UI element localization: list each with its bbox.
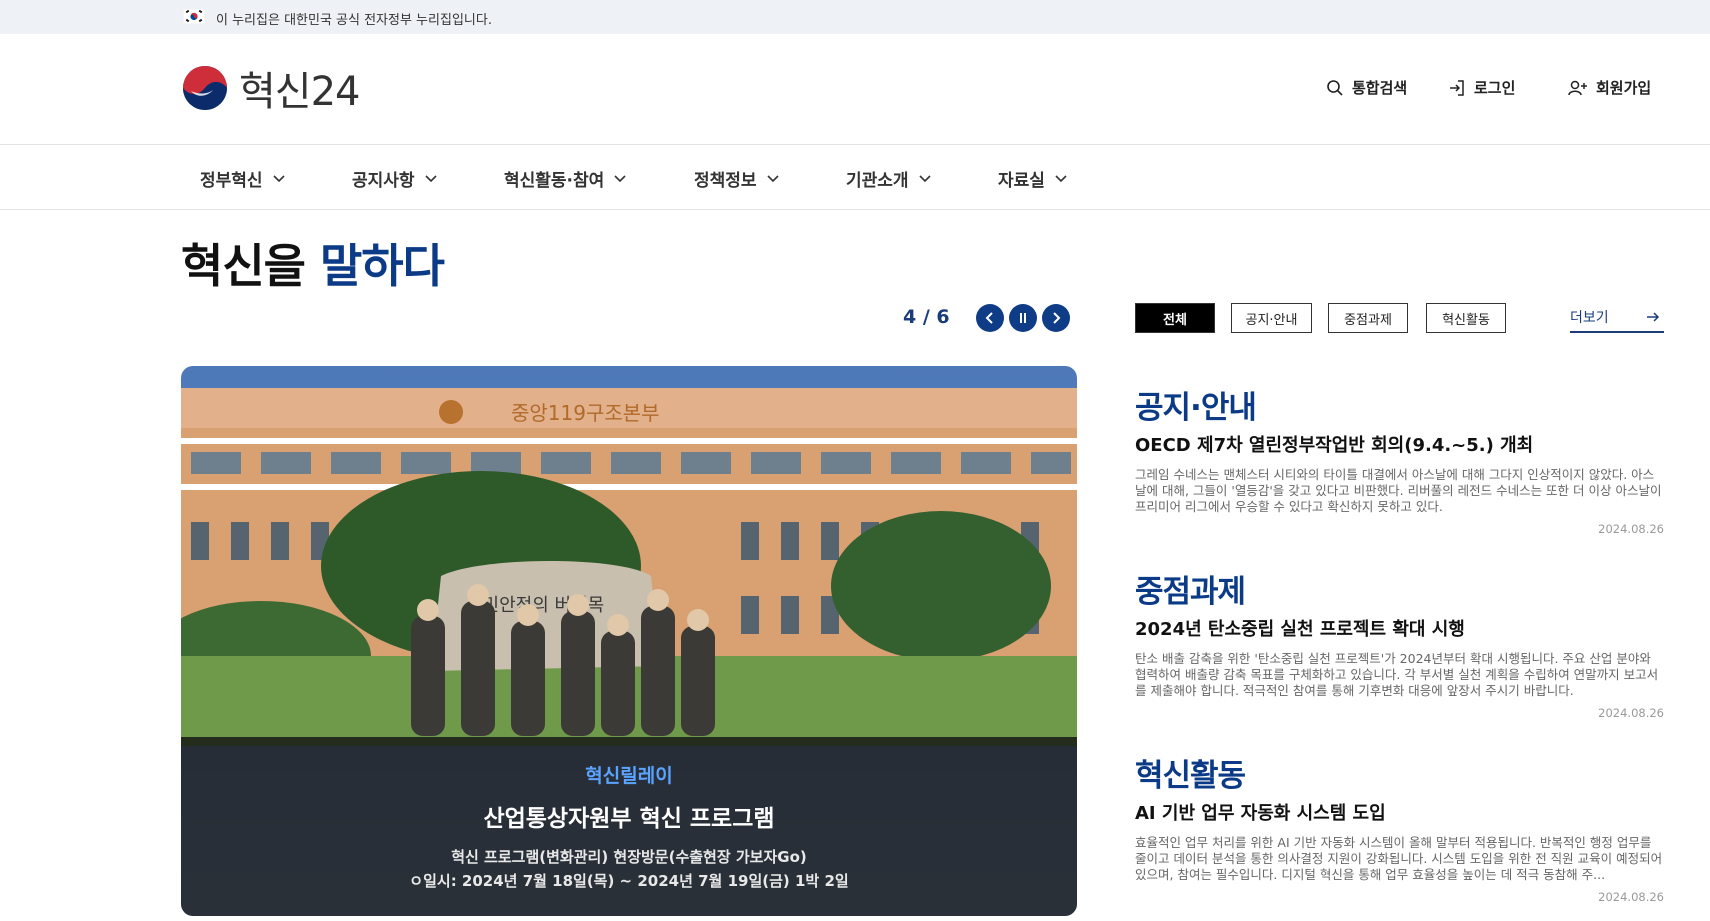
news-category: 공지·안내 [1135,390,1257,426]
korea-flag-icon [183,9,205,24]
news-body: 그레임 수네스는 맨체스터 시티와의 타이틀 대결에서 아스날에 대해 그다지 … [1135,467,1662,514]
chevron-right-icon [1053,312,1061,324]
login-button[interactable]: 로그인 [1448,77,1515,98]
news-item-notice[interactable]: 공지·안내 OECD 제7차 열린정부작업반 회의(9.4.~5.) 개최 그레… [1135,382,1664,536]
chevron-down-icon [1055,174,1067,182]
news-title[interactable]: AI 기반 업무 자동화 시스템 도입 [1135,799,1664,825]
nav-item-label: 정부혁신 [200,171,263,191]
chevron-down-icon [272,174,285,182]
nav-item-innovation-activities[interactable]: 혁신활동·참여 [504,166,626,191]
slide-pager: 4 / 6 [903,306,950,328]
logo-text: 혁신24 [239,69,360,115]
chevron-left-icon [985,312,993,324]
slide-caption: 혁신릴레이 산업통상자원부 혁신 프로그램 혁신 프로그램(변화관리) 현장방문… [181,737,1077,916]
site-header: 혁신24 통합검색 로그인 회원가입 [0,34,1710,144]
nav-item-notices[interactable]: 공지사항 [352,166,437,191]
search-icon [1327,79,1343,96]
slide-prev-button[interactable] [976,304,1004,332]
slide-separator: / [916,306,937,328]
join-button[interactable]: 회원가입 [1568,77,1651,98]
chevron-down-icon [424,174,437,182]
chevron-down-icon [614,174,626,182]
tab-notice[interactable]: 공지·안내 [1231,303,1312,333]
news-date: 2024.08.26 [1598,522,1664,536]
news-title[interactable]: OECD 제7차 열린정부작업반 회의(9.4.~5.) 개최 [1135,431,1664,457]
slide-pause-button[interactable] [1009,304,1037,332]
news-date: 2024.08.26 [1598,706,1664,720]
more-label: 더보기 [1570,310,1609,326]
nav-item-label: 혁신활동·참여 [504,171,605,191]
integrated-search-label: 통합검색 [1352,79,1408,97]
news-body: 탄소 배출 감축을 위한 '탄소중립 실천 프로젝트'가 2024년부터 확대 … [1135,651,1659,698]
nav-item-archive[interactable]: 자료실 [998,166,1067,191]
tab-all[interactable]: 전체 [1135,303,1215,333]
more-link[interactable]: 더보기 [1570,307,1664,333]
chevron-down-icon [766,174,779,182]
tab-key-tasks[interactable]: 중점과제 [1328,303,1408,333]
nav-item-label: 공지사항 [352,171,415,191]
chevron-down-icon [918,174,931,182]
news-body: 효율적인 업무 처리를 위한 AI 기반 자동화 시스템이 올해 말부터 적용됩… [1135,835,1663,882]
slide-title[interactable]: 산업통상자원부 혁신 프로그램 [181,799,1077,833]
nav-item-label: 정책정보 [694,171,757,191]
gov-bar-text: 이 누리집은 대한민국 공식 전자정부 누리집입니다. [216,13,492,28]
news-date: 2024.08.26 [1598,890,1664,904]
gov-official-bar: 이 누리집은 대한민국 공식 전자정부 누리집입니다. [0,0,1710,34]
global-navigation: 정부혁신 공지사항 혁신활동·참여 정책정보 기관소개 자료실 [0,144,1710,210]
government-emblem-icon [183,66,227,110]
news-item-innovation-activity[interactable]: 혁신활동 AI 기반 업무 자동화 시스템 도입 효율적인 업무 처리를 위한 … [1135,750,1664,904]
building-sign-text: 중앙119구조본부 [511,401,660,425]
arrow-right-icon [1647,312,1660,322]
slide-next-button[interactable] [1042,304,1070,332]
pause-icon [1020,313,1026,323]
news-category: 혁신활동 [1135,758,1246,794]
nav-item-about[interactable]: 기관소개 [846,166,931,191]
news-category: 중점과제 [1135,574,1246,610]
nav-item-label: 자료실 [998,171,1045,191]
nav-item-label: 기관소개 [846,171,909,191]
page-title: 혁신을 말하다 [181,230,445,296]
page-title-part1: 혁신을 [181,239,320,293]
login-label: 로그인 [1474,79,1516,97]
slide-total: 6 [936,306,950,328]
join-label: 회원가입 [1596,79,1652,97]
nav-item-government-innovation[interactable]: 정부혁신 [200,166,285,191]
tab-innovation-activities[interactable]: 혁신활동 [1426,303,1506,333]
slide-description-2: ㅇ일시: 2024년 7월 18일(목) ~ 2024년 7월 19일(금) 1… [409,872,849,890]
login-icon [1450,79,1464,96]
integrated-search-button[interactable]: 통합검색 [1326,77,1407,98]
nav-item-policy-info[interactable]: 정책정보 [694,166,779,191]
featured-slide[interactable]: 중앙119구조본부 국민안전의 버팀목 혁신릴레이 산업통상자원부 혁신 프로그… [181,366,1077,916]
news-item-key-task[interactable]: 중점과제 2024년 탄소중립 실천 프로젝트 확대 시행 탄소 배출 감축을 … [1135,566,1664,720]
slide-description-1: 혁신 프로그램(변화관리) 현장방문(수출현장 가보자Go) [451,848,807,866]
news-title[interactable]: 2024년 탄소중립 실천 프로젝트 확대 시행 [1135,615,1664,641]
site-logo[interactable]: 혁신24 [181,63,360,115]
slide-current: 4 [903,306,917,328]
page-title-accent: 말하다 [319,239,445,293]
slide-category: 혁신릴레이 [585,765,673,787]
add-user-icon [1568,80,1587,95]
